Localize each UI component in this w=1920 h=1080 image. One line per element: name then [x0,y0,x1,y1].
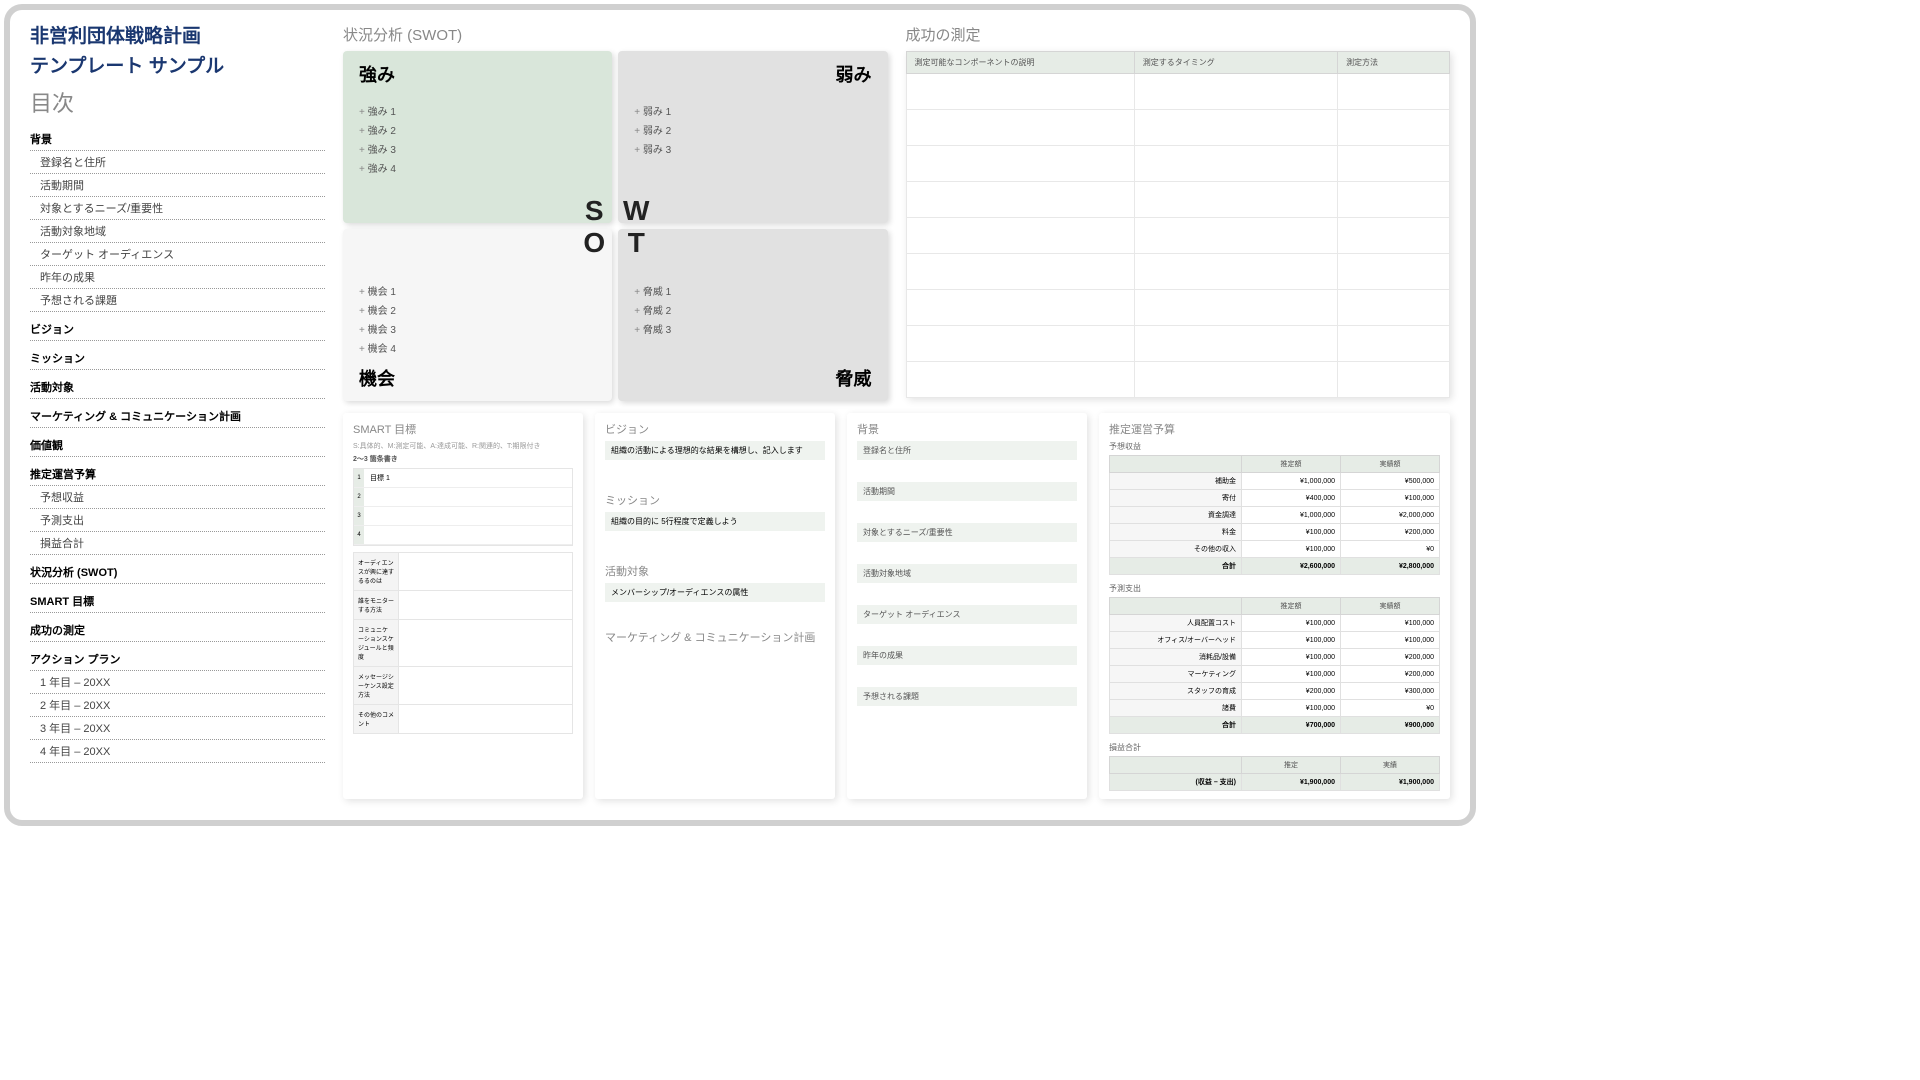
toc-item[interactable]: ビジョン [30,318,325,341]
toc-item[interactable]: 1 年目 – 20XX [30,671,325,694]
swot-item: 機会 3 [359,321,596,336]
measure-col-2: 測定方法 [1338,52,1450,74]
swot-item: 弱み 3 [634,141,871,156]
measure-heading: 成功の測定 [906,24,1451,45]
toc-item[interactable]: 状況分析 (SWOT) [30,561,325,584]
swot-item: 強み 2 [359,122,596,137]
background-item: 対象とするニーズ/重要性 [857,523,1077,542]
swot-item: 強み 3 [359,141,596,156]
budget-pl-h: 損益合計 [1109,742,1440,753]
swot-item: 脅威 1 [634,283,871,298]
background-item: 昨年の成果 [857,646,1077,665]
budget-exp-h: 予測支出 [1109,583,1440,594]
swot-item: 強み 1 [359,103,596,118]
toc-item[interactable]: 成功の測定 [30,619,325,642]
marketing-heading: マーケティング & コミュニケーション計画 [605,629,825,645]
toc-item[interactable]: 3 年目 – 20XX [30,717,325,740]
swot-w-title: 弱み [634,61,871,87]
swot-opportunities: 機会 1 機会 2 機会 3 機会 4 機会 [343,229,612,401]
swot-strengths: 強み 強み 1 強み 2 強み 3 強み 4 [343,51,612,223]
toc-item[interactable]: 予想収益 [30,486,325,509]
toc-item[interactable]: 2 年目 – 20XX [30,694,325,717]
toc-item[interactable]: マーケティング & コミュニケーション計画 [30,405,325,428]
swot-item: 機会 2 [359,302,596,317]
swot-grid: 強み 強み 1 強み 2 強み 3 強み 4 弱み 弱み 1 弱み 2 弱み 3 機会 1… [343,51,888,401]
budget-rev-h: 予想収益 [1109,441,1440,452]
doc-title-line2: テンプレート サンプル [30,51,325,78]
toc-item[interactable]: 活動期間 [30,174,325,197]
smart-heading: SMART 目標 [353,421,573,437]
toc-item[interactable]: 活動対象 [30,376,325,399]
mission-heading: ミッション [605,492,825,508]
toc-item[interactable]: アクション プラン [30,648,325,671]
background-item: 登録名と住所 [857,441,1077,460]
budget-card: 推定運営予算 予想収益 推定額実績額補助金¥1,000,000¥500,000寄… [1099,413,1450,799]
measure-col-0: 測定可能なコンポーネントの説明 [906,52,1134,74]
smart-row-label: メッセージシーケンス設定方法 [354,667,399,705]
toc-item[interactable]: 活動対象地域 [30,220,325,243]
swot-item: 機会 4 [359,340,596,355]
swot-item: 機会 1 [359,283,596,298]
toc-item[interactable]: ミッション [30,347,325,370]
swot-weaknesses: 弱み 弱み 1 弱み 2 弱み 3 [618,51,887,223]
toc-item[interactable]: 予想される課題 [30,289,325,312]
swot-s-title: 強み [359,61,596,87]
swot-item: 弱み 1 [634,103,871,118]
vision-heading: ビジョン [605,421,825,437]
background-card: 背景 登録名と住所活動期間対象とするニーズ/重要性活動対象地域ターゲット オーデ… [847,413,1087,799]
toc-item[interactable]: 背景 [30,128,325,151]
swot-item: 強み 4 [359,160,596,175]
smart-row-label: コミュニケーションスケジュールと頻度 [354,620,399,667]
smart-goal-1: 目標 1 [364,469,572,487]
smart-row-label: 誰をモニターする方法 [354,591,399,620]
background-item: 活動対象地域 [857,564,1077,583]
swot-item: 脅威 3 [634,321,871,336]
toc-item[interactable]: 損益合計 [30,532,325,555]
toc-item[interactable]: 登録名と住所 [30,151,325,174]
budget-heading: 推定運営予算 [1109,421,1440,437]
toc-heading: 目次 [30,86,325,118]
swot-t-title: 脅威 [634,365,871,391]
swot-item: 脅威 2 [634,302,871,317]
smart-row-label: オーディエンスが興に達するるのは [354,553,399,591]
measure-col-1: 測定するタイミング [1134,52,1337,74]
toc-item[interactable]: 昨年の成果 [30,266,325,289]
vision-card: ビジョン 組織の活動による理想的な結果を構想し、記入します ミッション 組織の目… [595,413,835,799]
background-heading: 背景 [857,421,1077,437]
swot-threats: 脅威 1 脅威 2 脅威 3 脅威 [618,229,887,401]
swot-heading: 状況分析 (SWOT) [343,24,888,45]
toc-item[interactable]: 対象とするニーズ/重要性 [30,197,325,220]
activity-sub: メンバーシップ/オーディエンスの属性 [605,583,825,602]
swot-o-title: 機会 [359,365,596,391]
mission-sub: 組織の目的に 5行程度で定義しよう [605,512,825,531]
doc-title-line1: 非営利団体戦略計画 [30,24,325,51]
background-item: ターゲット オーディエンス [857,605,1077,624]
toc-item[interactable]: 4 年目 – 20XX [30,740,325,763]
smart-sub: S:具体的、M:測定可能、A:達成可能、R:関連的、T:期限付き [353,441,573,451]
measure-table: 測定可能なコンポーネントの説明 測定するタイミング 測定方法 [906,51,1451,398]
smart-sub2: 2～3 箇条書き [353,454,573,464]
swot-item: 弱み 2 [634,122,871,137]
toc-item[interactable]: ターゲット オーディエンス [30,243,325,266]
toc-list: 背景登録名と住所活動期間対象とするニーズ/重要性活動対象地域ターゲット オーディ… [30,128,325,763]
smart-row-label: その他のコメント [354,705,399,734]
toc-item[interactable]: SMART 目標 [30,590,325,613]
toc-item[interactable]: 推定運営予算 [30,463,325,486]
vision-sub: 組織の活動による理想的な結果を構想し、記入します [605,441,825,460]
background-item: 予想される課題 [857,687,1077,706]
background-item: 活動期間 [857,482,1077,501]
activity-heading: 活動対象 [605,563,825,579]
toc-item[interactable]: 予測支出 [30,509,325,532]
smart-card: SMART 目標 S:具体的、M:測定可能、A:達成可能、R:関連的、T:期限付… [343,413,583,799]
toc-item[interactable]: 価値観 [30,434,325,457]
